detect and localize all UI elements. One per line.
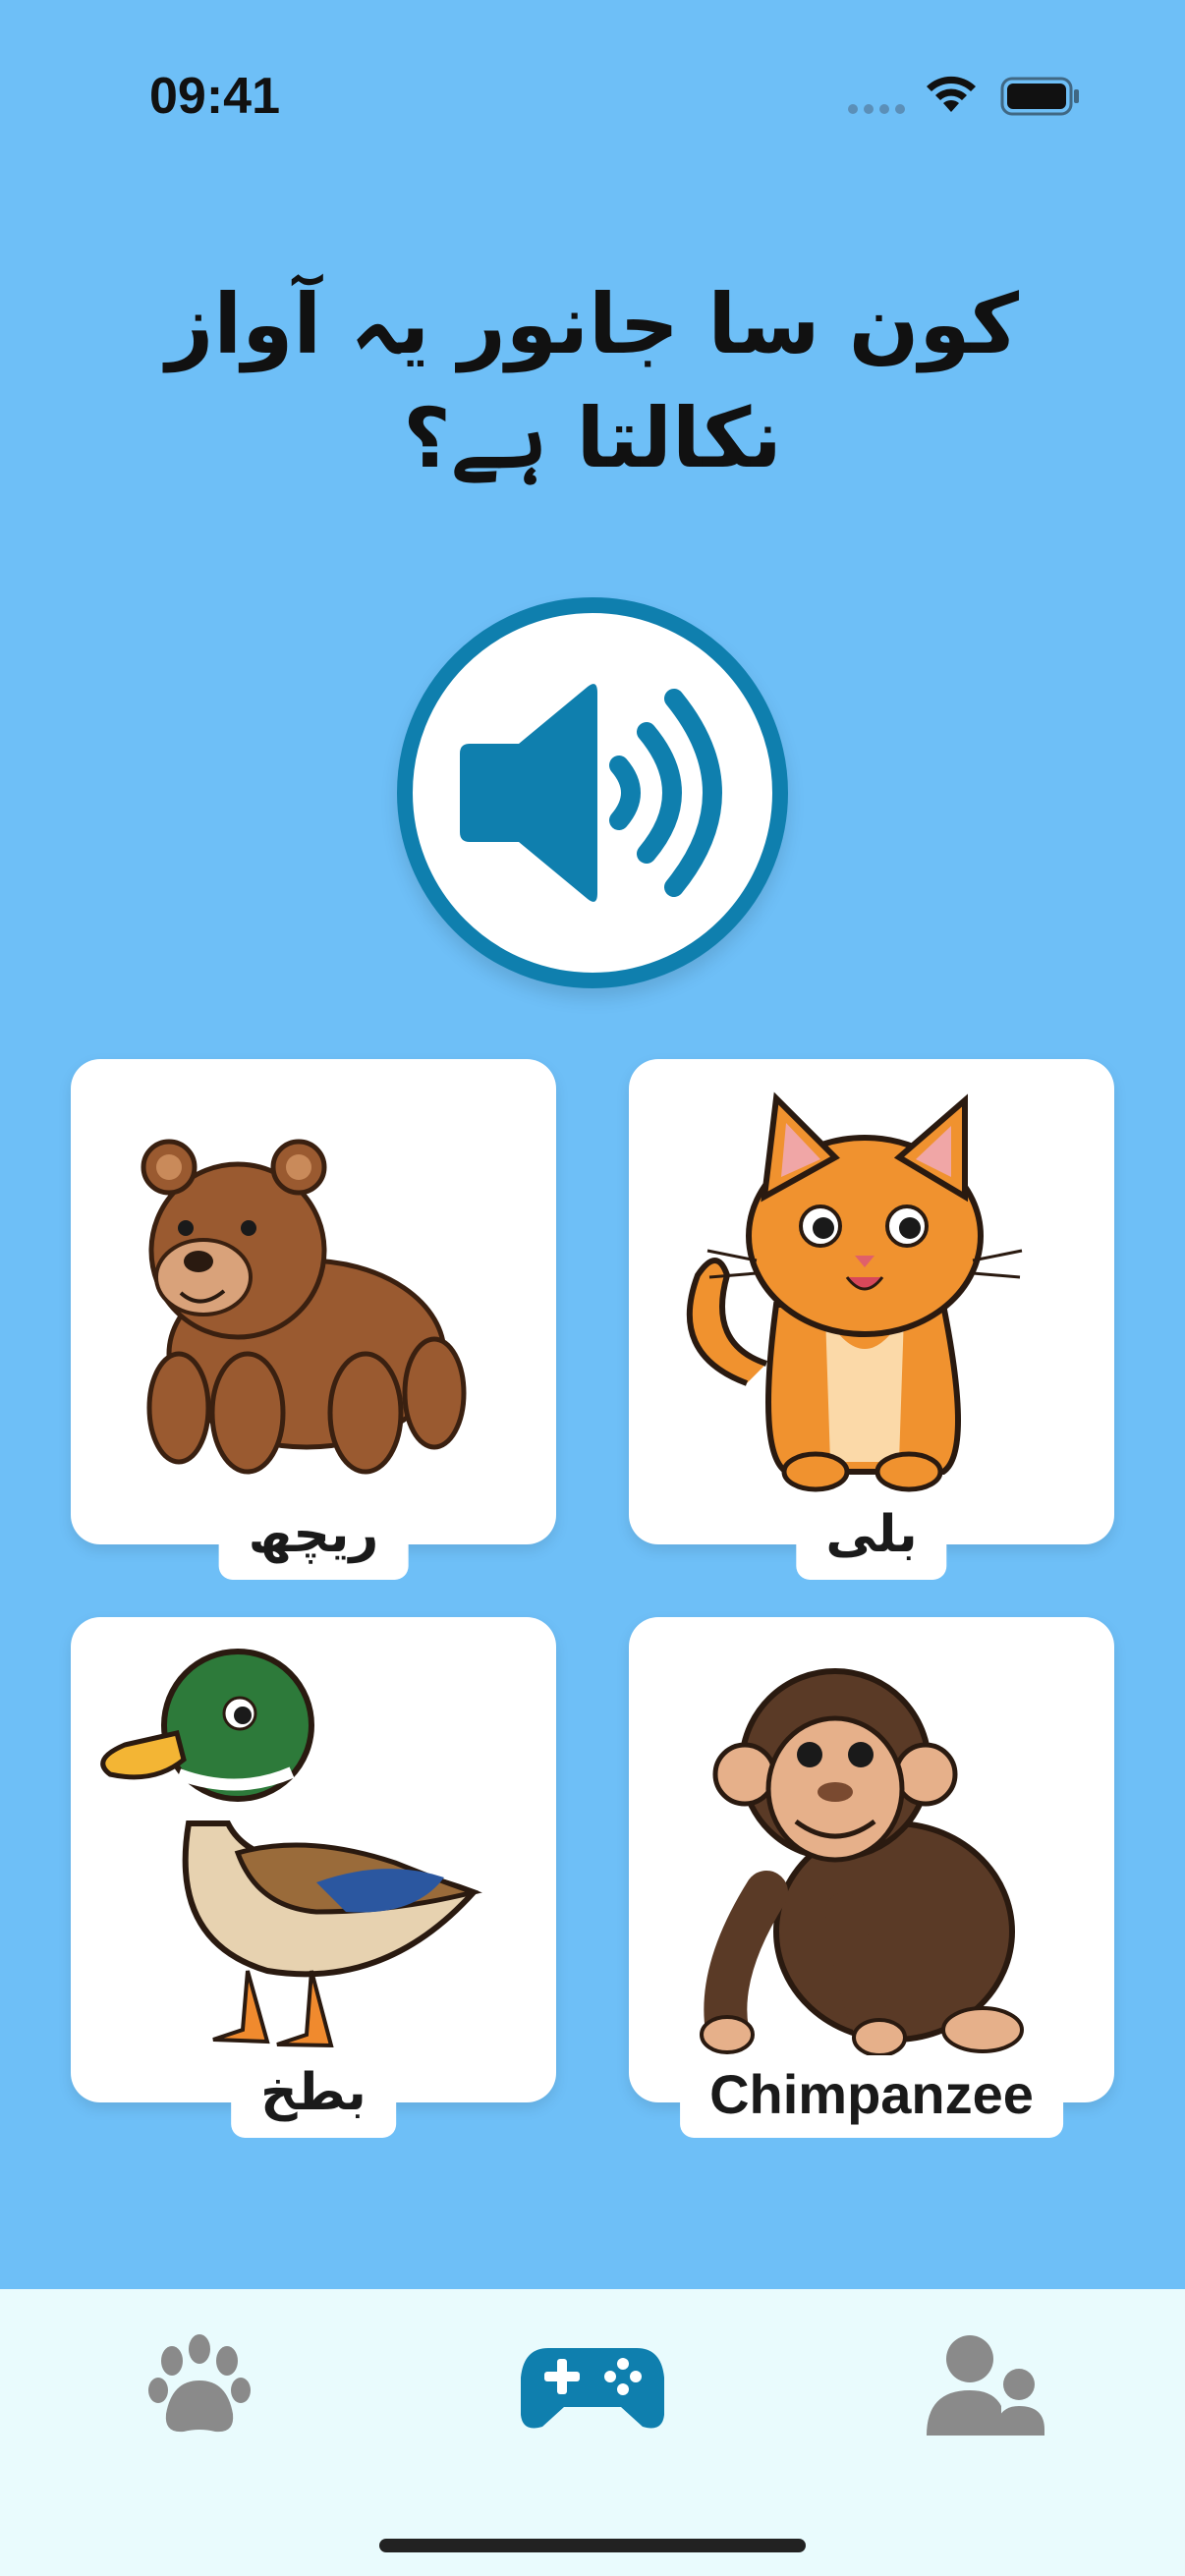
chimpanzee-illustration [700, 1668, 1024, 2057]
duck-illustration [100, 1649, 482, 2048]
battery-icon [1000, 77, 1079, 116]
speaker-icon [460, 684, 722, 902]
question-line-2: نکالتا ہے؟ [403, 390, 782, 486]
option-label-cat: بلی [796, 1497, 947, 1580]
option-card-duck[interactable]: بطخ [71, 1617, 556, 2138]
option-label-chimpanzee: Chimpanzee [680, 2055, 1063, 2138]
option-label-bear: ریچھ [218, 1497, 409, 1580]
tab-game[interactable] [494, 2289, 691, 2486]
people-icon [927, 2335, 1044, 2436]
bear-illustration [141, 1139, 467, 1475]
tab-profile[interactable] [888, 2289, 1085, 2486]
status-time: 09:41 [149, 68, 280, 125]
home-indicator [379, 2539, 806, 2552]
option-label-duck: بطخ [231, 2055, 396, 2138]
option-card-cat[interactable]: بلی [629, 1059, 1114, 1580]
question-title: کون سا جانور یہ آواز نکالتا ہے؟ [59, 267, 1126, 495]
tab-bar [0, 2289, 1185, 2576]
option-card-bear[interactable]: ریچھ [71, 1059, 556, 1580]
signal-dots-icon [848, 104, 905, 114]
paw-icon [148, 2334, 251, 2433]
tab-animals[interactable] [100, 2289, 297, 2486]
question-line-1: کون سا جانور یہ آواز [166, 276, 1019, 372]
status-bar: 09:41 [0, 0, 1185, 187]
cat-illustration [686, 1092, 1023, 1492]
option-card-chimpanzee[interactable]: Chimpanzee [629, 1617, 1114, 2138]
play-sound-button[interactable] [397, 597, 788, 988]
wifi-icon [927, 76, 976, 112]
gamepad-icon [521, 2348, 664, 2429]
